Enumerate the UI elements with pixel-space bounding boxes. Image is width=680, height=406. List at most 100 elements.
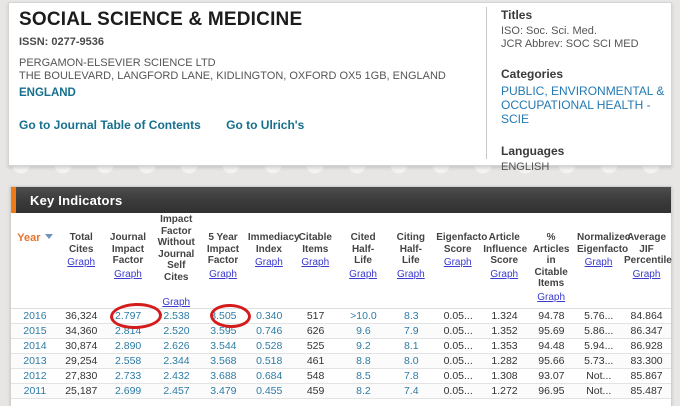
cell-cited-half-life[interactable]: 8.5	[339, 369, 388, 383]
cell-five-year-impact-factor[interactable]: 3.595	[200, 324, 246, 338]
column-header-impact-factor-without-self-cites: Impact Factor Without Journal Self Cites	[153, 214, 199, 283]
cell-pct-articles-in-citable-items: 93.07	[527, 369, 575, 383]
cell-cited-half-life[interactable]: 9.2	[339, 339, 388, 353]
cell-citable-items: 525	[292, 339, 339, 353]
column-header-citable-items: Citable Items	[293, 232, 338, 255]
journal-profile-panel: SOCIAL SCIENCE & MEDICINE ISSN: 0277-953…	[8, 2, 672, 166]
cell-impact-factor-without-self-cites[interactable]: 2.626	[153, 339, 201, 353]
cell-citing-half-life[interactable]: 8.3	[388, 309, 435, 323]
cell-normalized-eigenfactor: 5.73...	[575, 354, 622, 368]
cell-citing-half-life[interactable]: 7.4	[388, 384, 435, 398]
cell-immediacy-index[interactable]: 0.746	[246, 324, 292, 338]
cell-article-influence-score: 1.272	[482, 384, 528, 398]
cell-journal-impact-factor[interactable]: 2.699	[104, 384, 153, 398]
cell-average-jif-percentile: 83.300	[622, 354, 671, 368]
country-link[interactable]: ENGLAND	[19, 87, 76, 99]
cell-journal-impact-factor[interactable]: 2.797	[104, 309, 153, 323]
goto-ulrichs-link[interactable]: Go to Ulrich's	[226, 118, 304, 132]
column-header-total-cites: Total Cites	[60, 232, 103, 255]
cell-journal-impact-factor[interactable]: 2.890	[104, 339, 153, 353]
journal-publisher: PERGAMON-ELSEVIER SCIENCE LTD	[19, 57, 479, 70]
cell-cited-half-life[interactable]: 8.8	[339, 354, 388, 368]
year-link[interactable]: 2014	[11, 339, 59, 353]
cell-cited-half-life[interactable]: 8.2	[339, 384, 388, 398]
year-link[interactable]: 2015	[11, 324, 59, 338]
cell-immediacy-index[interactable]: 0.455	[246, 384, 292, 398]
column-header-immediacy-index: Immediacy Index	[247, 232, 291, 255]
cell-normalized-eigenfactor: 5.76...	[575, 309, 622, 323]
category-link[interactable]: PUBLIC, ENVIRONMENTAL & OCCUPATIONAL HEA…	[501, 84, 673, 126]
graph-link[interactable]: Graph	[397, 269, 425, 281]
cell-total-cites: 34,360	[59, 324, 104, 338]
cell-five-year-impact-factor[interactable]: 3.544	[200, 339, 246, 353]
vertical-divider	[486, 7, 487, 159]
cell-citing-half-life[interactable]: 8.0	[388, 354, 435, 368]
cell-immediacy-index[interactable]: 0.684	[246, 369, 292, 383]
cell-average-jif-percentile: 86.928	[622, 339, 671, 353]
year-link[interactable]: 2013	[11, 354, 59, 368]
cell-five-year-impact-factor[interactable]: 3.505	[200, 309, 246, 323]
year-column-header[interactable]: Year	[17, 232, 40, 244]
graph-link[interactable]: Graph	[537, 292, 565, 304]
cell-cited-half-life[interactable]: 9.6	[339, 324, 388, 338]
cell-impact-factor-without-self-cites[interactable]: 2.538	[153, 309, 201, 323]
graph-link[interactable]: Graph	[490, 269, 518, 281]
titles-heading: Titles	[501, 8, 673, 22]
cell-eigenfactor-score: 0.05...	[435, 339, 482, 353]
graph-link[interactable]: Graph	[349, 269, 377, 281]
column-header-journal-impact-factor: Journal Impact Factor	[105, 232, 152, 267]
cell-pct-articles-in-citable-items: 95.69	[527, 324, 575, 338]
cell-total-cites: 29,254	[59, 354, 104, 368]
cell-impact-factor-without-self-cites[interactable]: 2.520	[153, 324, 201, 338]
table-row: 201329,2542.5582.3443.5680.5184618.88.00…	[11, 354, 671, 369]
cell-eigenfactor-score: 0.05...	[435, 324, 482, 338]
indicators-table-body: 201636,3242.7972.5383.5050.340517>10.08.…	[11, 308, 671, 399]
cell-impact-factor-without-self-cites[interactable]: 2.344	[153, 354, 201, 368]
column-header-pct-articles-in-citable-items: % Articles in Citable Items	[528, 232, 574, 290]
cell-journal-impact-factor[interactable]: 2.733	[104, 369, 153, 383]
column-header-normalized-eigenfactor: Normalizec Eigenfacto	[576, 232, 621, 255]
graph-link[interactable]: Graph	[114, 269, 142, 281]
cell-total-cites: 27,830	[59, 369, 104, 383]
cell-citable-items: 461	[292, 354, 339, 368]
graph-link[interactable]: Graph	[67, 257, 95, 269]
cell-citing-half-life[interactable]: 7.9	[388, 324, 435, 338]
year-link[interactable]: 2011	[11, 384, 59, 398]
graph-link[interactable]: Graph	[162, 297, 190, 309]
cell-pct-articles-in-citable-items: 94.78	[527, 309, 575, 323]
graph-link[interactable]: Graph	[633, 269, 661, 281]
graph-link[interactable]: Graph	[585, 257, 613, 269]
year-link[interactable]: 2016	[11, 309, 59, 323]
cell-impact-factor-without-self-cites[interactable]: 2.457	[153, 384, 201, 398]
sort-arrow-icon[interactable]	[45, 234, 53, 239]
column-header-five-year-impact-factor: 5 Year Impact Factor	[201, 232, 245, 267]
graph-link[interactable]: Graph	[444, 257, 472, 269]
graph-link[interactable]: Graph	[301, 257, 329, 269]
cell-five-year-impact-factor[interactable]: 3.479	[200, 384, 246, 398]
graph-link[interactable]: Graph	[255, 257, 283, 269]
cell-immediacy-index[interactable]: 0.528	[246, 339, 292, 353]
journal-title: SOCIAL SCIENCE & MEDICINE	[19, 9, 479, 31]
cell-eigenfactor-score: 0.05...	[435, 384, 482, 398]
cell-citing-half-life[interactable]: 8.1	[388, 339, 435, 353]
table-row: 201636,3242.7972.5383.5050.340517>10.08.…	[11, 309, 671, 324]
cell-journal-impact-factor[interactable]: 2.558	[104, 354, 153, 368]
goto-table-of-contents-link[interactable]: Go to Journal Table of Contents	[19, 118, 201, 132]
cell-total-cites: 25,187	[59, 384, 104, 398]
year-link[interactable]: 2012	[11, 369, 59, 383]
cell-impact-factor-without-self-cites[interactable]: 2.432	[153, 369, 201, 383]
cell-citing-half-life[interactable]: 7.8	[388, 369, 435, 383]
cell-cited-half-life[interactable]: >10.0	[339, 309, 388, 323]
cell-article-influence-score: 1.324	[482, 309, 528, 323]
graph-link[interactable]: Graph	[209, 269, 237, 281]
cell-immediacy-index[interactable]: 0.518	[246, 354, 292, 368]
cell-five-year-impact-factor[interactable]: 3.688	[200, 369, 246, 383]
cell-article-influence-score: 1.308	[482, 369, 528, 383]
cell-citable-items: 459	[292, 384, 339, 398]
cell-eigenfactor-score: 0.05...	[435, 369, 482, 383]
cell-normalized-eigenfactor: 5.86...	[575, 324, 622, 338]
cell-immediacy-index[interactable]: 0.340	[246, 309, 292, 323]
cell-five-year-impact-factor[interactable]: 3.568	[200, 354, 246, 368]
cell-journal-impact-factor[interactable]: 2.814	[104, 324, 153, 338]
journal-main-info: SOCIAL SCIENCE & MEDICINE ISSN: 0277-953…	[19, 9, 479, 132]
